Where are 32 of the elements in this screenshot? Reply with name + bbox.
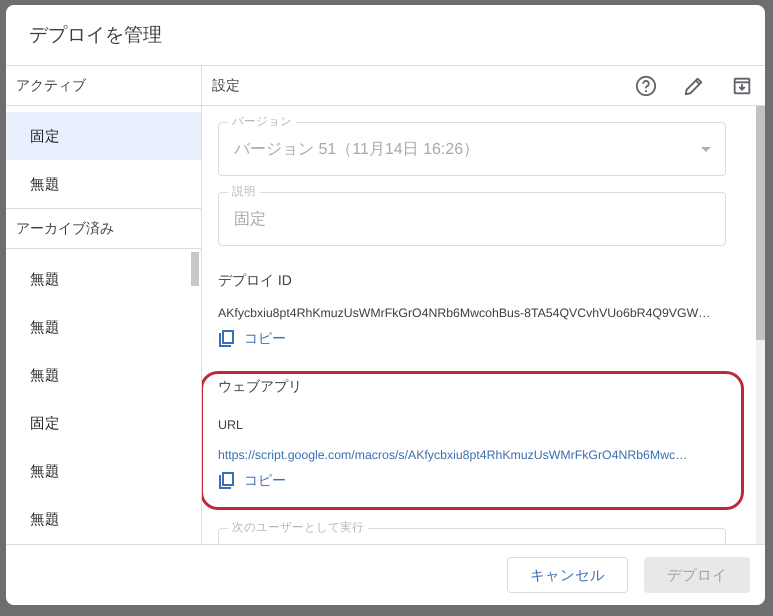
help-icon[interactable] (635, 74, 657, 96)
dialog-title: デプロイを管理 (29, 24, 162, 48)
field-value: 固定 (234, 210, 267, 230)
section-heading: ウェブアプリ (218, 378, 303, 396)
deployment-item[interactable]: 無題 (6, 351, 201, 399)
dropdown-caret-icon (701, 146, 711, 152)
copy-icon (218, 330, 234, 348)
deployment-item[interactable]: 固定 (6, 112, 201, 160)
panel-heading: 設定 (212, 76, 240, 94)
field-label: 次のユーザーとして実行 (228, 521, 368, 535)
deployment-item[interactable]: 無題 (6, 495, 201, 543)
copy-button[interactable]: コピー (218, 472, 286, 490)
copy-button[interactable]: コピー (218, 330, 286, 348)
url-label: URL (218, 418, 244, 432)
scrollbar-thumb[interactable] (756, 106, 765, 340)
scrollbar-thumb[interactable] (191, 252, 199, 286)
deployment-item[interactable]: 固定 (6, 399, 201, 447)
section-heading: アクティブ (6, 66, 201, 106)
deployment-item[interactable]: 無題 (6, 255, 201, 303)
deployment-item[interactable]: 無題 (6, 160, 201, 208)
url-link[interactable]: https://script.google.com/macros/s/AKfycbxiu8pt4RhKmuzUsWMrFkGrO4NRb6Mwc… (218, 448, 726, 462)
deploy-id-value: AKfycbxiu8pt4RhKmuzUsWMrFkGrO4NRb6MwcohBus-8TA54QVCvhVUo6bR4Q9VGW… (218, 306, 712, 320)
pencil-icon[interactable] (683, 74, 705, 96)
cancel-button[interactable]: キャンセル (507, 557, 628, 593)
deployment-item[interactable]: 無題 (6, 303, 201, 351)
deployment-item[interactable]: 無題 (6, 447, 201, 495)
field-label: 説明 (228, 185, 260, 199)
field-value: バージョン 51（11月14日 16:26） (234, 140, 480, 160)
field-label: バージョン (228, 115, 296, 129)
deploy-id-label: デプロイ ID (218, 272, 293, 290)
copy-icon (218, 472, 234, 490)
section-heading: アーカイブ済み (6, 208, 201, 249)
